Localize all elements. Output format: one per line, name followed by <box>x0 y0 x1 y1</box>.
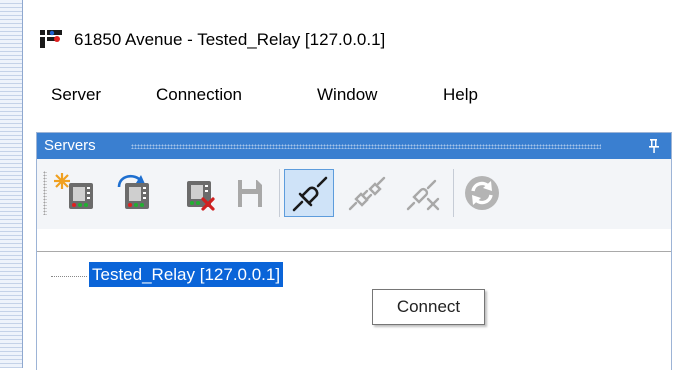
disconnect-all-button[interactable] <box>400 169 450 217</box>
connect-tooltip: Connect <box>372 289 485 325</box>
panel-header-grip <box>131 144 601 149</box>
refresh-icon <box>465 176 499 210</box>
app-logo-icon <box>40 30 62 48</box>
menu-bar: Server Connection Window Help <box>23 66 683 122</box>
save-button[interactable] <box>225 169 275 217</box>
app-window: 61850 Avenue - Tested_Relay [127.0.0.1] … <box>22 0 683 370</box>
save-icon <box>238 180 262 207</box>
remove-server-icon <box>187 181 215 211</box>
panel-title: Servers <box>44 137 96 154</box>
menu-help[interactable]: Help <box>443 85 478 105</box>
connect-icon <box>292 176 328 212</box>
pin-icon[interactable] <box>647 138 661 154</box>
refresh-button[interactable] <box>457 169 507 217</box>
toolbar-grip[interactable] <box>43 171 47 215</box>
window-title: 61850 Avenue - Tested_Relay [127.0.0.1] <box>74 30 386 49</box>
tree-node-tested-relay[interactable]: Tested_Relay [127.0.0.1] <box>89 262 284 287</box>
title-bar: 61850 Avenue - Tested_Relay [127.0.0.1] <box>23 0 683 66</box>
toolbar-separator <box>453 169 454 217</box>
background-stripe <box>0 0 22 368</box>
menu-connection[interactable]: Connection <box>156 85 242 105</box>
new-server-button[interactable] <box>53 169 103 217</box>
disconnect-all-icon <box>406 179 440 211</box>
remove-server-button[interactable] <box>175 169 225 217</box>
toolbar-separator <box>279 169 280 217</box>
menu-server[interactable]: Server <box>51 85 101 105</box>
servers-toolbar <box>37 159 671 229</box>
disconnect-button[interactable] <box>342 169 392 217</box>
disconnect-icon <box>348 176 386 211</box>
tree-connector <box>51 276 87 277</box>
import-server-icon <box>117 174 149 209</box>
connect-button[interactable] <box>284 169 334 217</box>
servers-panel: Servers Tested_Relay [127.0.0.1] <box>36 132 672 370</box>
import-server-button[interactable] <box>111 169 161 217</box>
server-tree: Tested_Relay [127.0.0.1] <box>37 251 671 370</box>
menu-window[interactable]: Window <box>317 85 377 105</box>
panel-header: Servers <box>37 133 671 159</box>
new-server-icon <box>54 173 93 209</box>
